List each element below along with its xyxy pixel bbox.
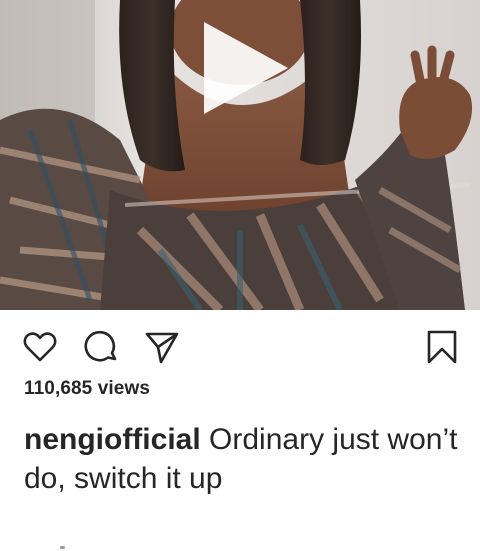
views-count: 110,685 views bbox=[24, 378, 150, 400]
post-caption: nengiofficial Ordinary just won’t do, sw… bbox=[24, 420, 464, 498]
views-label: views bbox=[97, 378, 150, 399]
bookmark-icon[interactable] bbox=[424, 329, 460, 365]
comment-icon[interactable] bbox=[84, 329, 120, 365]
views-number: 110,685 bbox=[24, 378, 93, 399]
heart-icon[interactable] bbox=[22, 329, 58, 365]
username-link[interactable]: nengiofficial bbox=[24, 423, 201, 456]
play-icon[interactable] bbox=[196, 18, 296, 118]
more-indicator bbox=[60, 546, 65, 549]
send-icon[interactable] bbox=[144, 329, 180, 365]
action-bar bbox=[0, 310, 480, 380]
video-player[interactable] bbox=[0, 0, 480, 310]
